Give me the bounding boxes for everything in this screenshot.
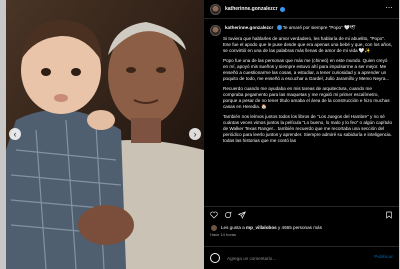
emoji-smiley-icon[interactable] (210, 253, 220, 263)
caption-avatar[interactable] (210, 25, 221, 36)
author-username[interactable]: katherinne.gonzalezcr (225, 6, 278, 12)
verified-icon (276, 24, 282, 30)
caption-header: katherinne.gonzalezcr Te amaré por siemp… (210, 24, 393, 36)
post-photo: ‹ › (6, 0, 204, 269)
like-heart-icon[interactable] (210, 211, 218, 219)
author-avatar[interactable] (210, 3, 221, 15)
next-photo-button[interactable]: › (189, 128, 201, 140)
comment-input[interactable] (225, 254, 375, 262)
post-side-panel: katherinne.gonzalezcr ⋯ katherinne.gonza… (204, 0, 399, 269)
likes-summary[interactable]: Les gusta a mp_villalobos y 4665 persona… (210, 224, 322, 232)
caption-paragraph: Recuerdo cuando me ayudaba en mis tareas… (223, 85, 390, 109)
caption-body: Si tuviera que hablarles de amor verdade… (210, 36, 393, 144)
verified-icon (279, 7, 285, 12)
caption-paragraph: También nos leímos juntos todos los libr… (223, 113, 392, 143)
previous-photo-button[interactable]: ‹ (9, 128, 21, 140)
post-header: katherinne.gonzalezcr ⋯ (204, 0, 399, 19)
post-modal: ‹ › katherinne.gonzalezcr ⋯ katherinne.g… (6, 0, 399, 269)
action-bar (204, 206, 399, 222)
likes-user[interactable]: mp_villalobos (246, 225, 277, 231)
photo-image (6, 0, 204, 269)
more-options-icon[interactable]: ⋯ (386, 5, 394, 12)
caption-title: Te amaré por siempre "Popo" 🤍🕊 (282, 25, 356, 30)
save-bookmark-icon[interactable] (385, 211, 393, 219)
caption-first-line: katherinne.gonzalezcr Te amaré por siemp… (225, 24, 356, 31)
likes-prefix: Les gusta a (221, 224, 245, 230)
liker-avatar (210, 224, 218, 232)
comment-bar: Publicar (204, 246, 399, 269)
caption-scroll-area[interactable]: katherinne.gonzalezcr Te amaré por siemp… (204, 24, 399, 200)
likes-suffix[interactable]: y 4665 personas más (278, 225, 322, 231)
post-comment-button[interactable]: Publicar (374, 255, 393, 261)
caption-paragraph: Si tuviera que hablarles de amor verdade… (223, 36, 393, 54)
comment-bubble-icon[interactable] (224, 211, 232, 219)
share-paper-plane-icon[interactable] (238, 210, 246, 219)
post-timestamp[interactable]: Hace 14 horas (210, 232, 236, 238)
caption-username[interactable]: katherinne.gonzalezcr (225, 25, 273, 30)
caption-paragraph: Popo fue una de las personas que más me … (223, 57, 390, 82)
